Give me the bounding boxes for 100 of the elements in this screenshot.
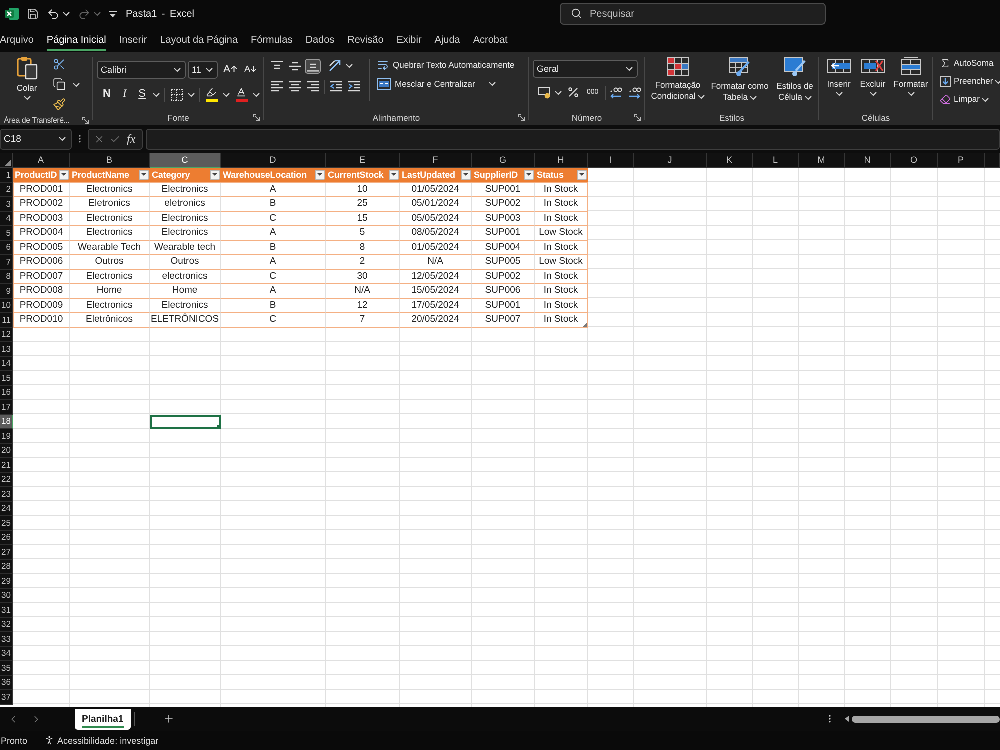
row-header[interactable]: 35	[0, 661, 13, 676]
customize-icon[interactable]	[109, 10, 117, 18]
row-header[interactable]: 30	[0, 588, 13, 603]
row-header[interactable]: 37	[0, 690, 13, 704]
column-header[interactable]: A	[13, 153, 70, 168]
row-header[interactable]: 27	[0, 545, 13, 560]
column-header[interactable]: P	[938, 153, 985, 168]
filter-button[interactable]	[59, 170, 69, 180]
cells-button[interactable]: Excluir	[857, 57, 889, 96]
row-header[interactable]: 2	[0, 182, 13, 197]
styles-button[interactable]: Formatação Condicional	[648, 57, 708, 102]
filter-button[interactable]	[577, 170, 587, 180]
row-header[interactable]: 4	[0, 212, 13, 226]
bold-button[interactable]: N	[99, 87, 115, 102]
horizontal-align-button[interactable]	[287, 79, 303, 94]
ribbon-tab[interactable]: Arquivo	[0, 35, 34, 51]
font-name-field[interactable]: Calibri	[97, 60, 186, 78]
formula-field[interactable]	[146, 128, 1000, 150]
row-header[interactable]: 32	[0, 618, 13, 632]
number-format-field[interactable]: Geral	[533, 60, 638, 78]
launcher-icon[interactable]	[253, 114, 260, 121]
filter-button[interactable]	[139, 170, 149, 180]
horizontal-align-button[interactable]	[305, 79, 321, 94]
column-header[interactable]: H	[535, 153, 588, 168]
name-box[interactable]: C18	[0, 128, 72, 150]
column-header[interactable]: K	[707, 153, 753, 168]
column-header[interactable]: C	[150, 153, 221, 168]
check-icon[interactable]	[110, 134, 121, 144]
italic-button[interactable]: I	[118, 87, 131, 102]
column-header[interactable]: J	[634, 153, 707, 168]
launcher-icon[interactable]	[518, 114, 525, 121]
column-header[interactable]: B	[70, 153, 150, 168]
column-header[interactable]: D	[221, 153, 326, 168]
filter-button[interactable]	[461, 170, 471, 180]
row-header[interactable]: 19	[0, 429, 13, 444]
fill-handle-icon[interactable]	[217, 425, 221, 429]
column-header[interactable]: E	[326, 153, 400, 168]
row-header[interactable]: 23	[0, 487, 13, 502]
row-header[interactable]: 20	[0, 444, 13, 458]
filter-button[interactable]	[210, 170, 220, 180]
styles-button[interactable]: Estilos de Célula	[772, 57, 818, 103]
row-header[interactable]: 36	[0, 676, 13, 690]
column-header[interactable]: I	[588, 153, 634, 168]
underline-button[interactable]: S	[134, 87, 150, 102]
row-header[interactable]: 9	[0, 284, 13, 298]
row-header[interactable]: 8	[0, 270, 13, 284]
ribbon-tab[interactable]: Revisão	[348, 35, 384, 51]
selected-cell[interactable]	[150, 414, 221, 429]
horizontal-scrollbar[interactable]	[852, 716, 1000, 722]
cells-button[interactable]: Inserir	[823, 57, 855, 96]
row-header[interactable]: 21	[0, 458, 13, 472]
row-header[interactable]: 33	[0, 632, 13, 646]
column-header[interactable]: L	[753, 153, 799, 168]
decrease-indent-button[interactable]	[328, 79, 344, 94]
row-header[interactable]: 3	[0, 197, 13, 212]
row-header[interactable]: 10	[0, 298, 13, 313]
undo-button[interactable]	[47, 8, 60, 20]
filter-button[interactable]	[524, 170, 534, 180]
column-header[interactable]: N	[845, 153, 891, 168]
paste-button[interactable]: Colar	[12, 56, 42, 100]
editing-button[interactable]: Preencher	[940, 76, 994, 87]
decrease-decimal-button[interactable]	[626, 84, 643, 100]
row-header[interactable]: 18	[0, 414, 13, 429]
search-field[interactable]: Pesquisar	[560, 3, 826, 25]
editing-button[interactable]: AutoSoma	[940, 58, 994, 69]
accessibility-button[interactable]: Acessibilidade: investigar	[44, 735, 159, 746]
ribbon-tab[interactable]: Acrobat	[473, 35, 508, 51]
resize-handle-icon[interactable]	[583, 322, 587, 326]
redo-button[interactable]	[78, 8, 91, 20]
editing-button[interactable]: Limpar	[940, 94, 980, 105]
function-button[interactable]: fx	[126, 132, 137, 146]
filter-button[interactable]	[389, 170, 399, 180]
filter-button[interactable]	[315, 170, 325, 180]
increase-indent-button[interactable]	[346, 79, 362, 94]
row-header[interactable]: 31	[0, 603, 13, 618]
vertical-align-button[interactable]	[305, 58, 321, 74]
column-header[interactable]: G	[472, 153, 535, 168]
column-header[interactable]: F	[400, 153, 472, 168]
sheet-tab[interactable]: Planilha1	[75, 709, 131, 730]
font-size-field[interactable]: 11	[188, 60, 218, 78]
row-header[interactable]: 25	[0, 516, 13, 530]
format-painter-button[interactable]	[51, 96, 68, 113]
row-header[interactable]: 29	[0, 574, 13, 588]
row-header[interactable]: 28	[0, 560, 13, 574]
ribbon-tab[interactable]: Inserir	[119, 35, 148, 51]
row-header[interactable]: 17	[0, 400, 13, 414]
row-header[interactable]: 22	[0, 472, 13, 487]
row-header[interactable]: 5	[0, 226, 13, 240]
column-header[interactable]: O	[891, 153, 938, 168]
row-header[interactable]: 1	[0, 168, 13, 182]
ribbon-tab[interactable]: Fórmulas	[251, 35, 293, 51]
column-header[interactable]: M	[799, 153, 845, 168]
row-header[interactable]: 12	[0, 328, 13, 342]
row-header[interactable]: 13	[0, 342, 13, 356]
merge-center-button[interactable]: Mesclar e Centralizar	[375, 77, 478, 91]
row-header[interactable]: 24	[0, 502, 13, 516]
orientation-button[interactable]	[327, 58, 343, 74]
row-header[interactable]: 26	[0, 530, 13, 545]
accounting-button[interactable]	[536, 84, 553, 100]
save-button[interactable]	[27, 8, 39, 20]
